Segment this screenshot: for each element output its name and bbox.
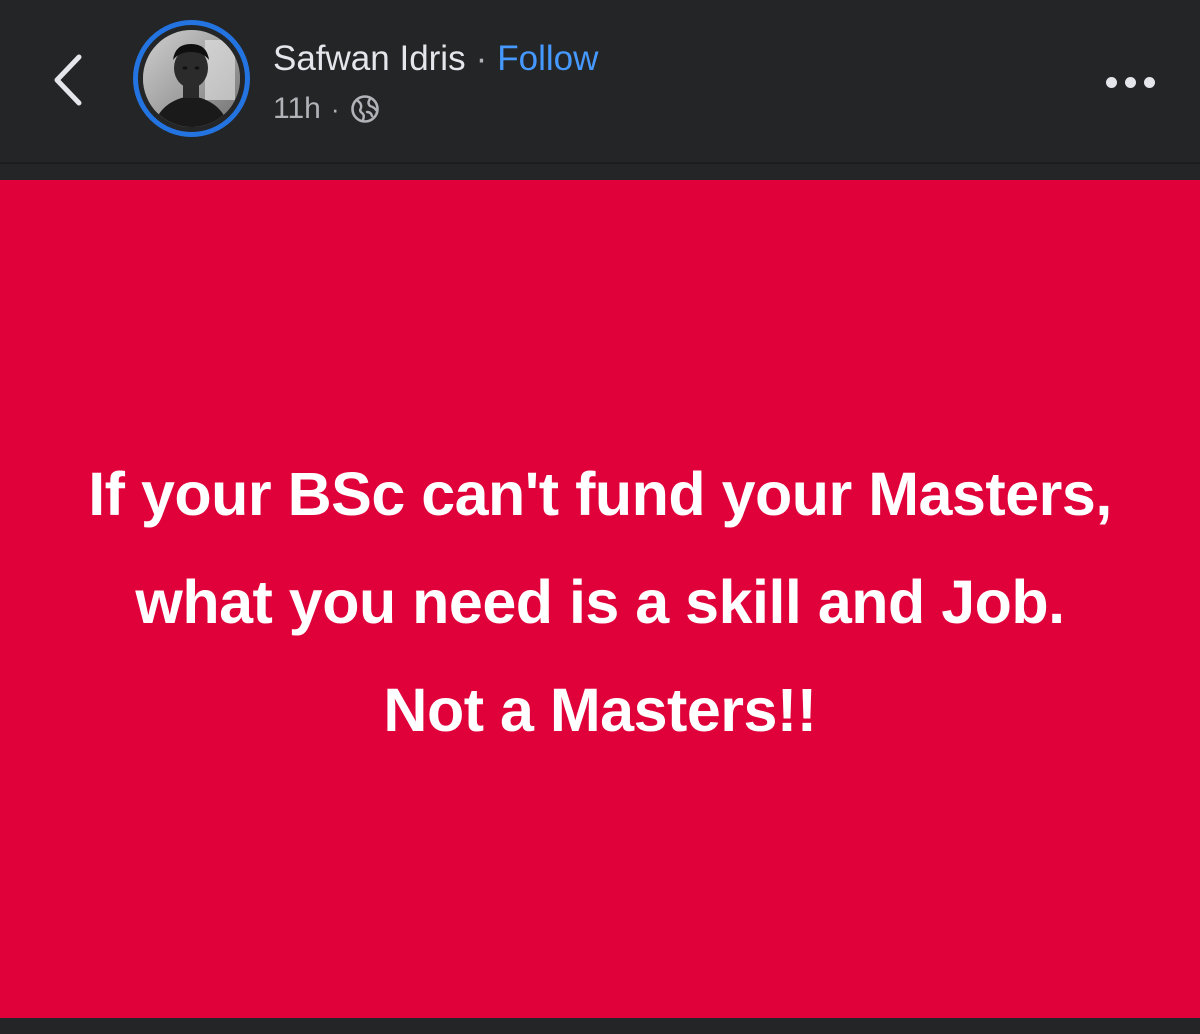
more-horizontal-icon — [1105, 76, 1117, 88]
follow-button[interactable]: Follow — [497, 39, 598, 79]
name-separator: · — [475, 39, 488, 78]
header-divider — [0, 162, 1200, 164]
back-button[interactable] — [40, 44, 96, 116]
bottom-divider — [0, 1018, 1200, 1034]
more-options-button[interactable] — [1092, 58, 1168, 106]
post-timestamp[interactable]: 11h — [273, 92, 321, 126]
post-view: Safwan Idris · Follow 11h · If your BSc … — [0, 0, 1200, 1034]
meta-separator: · — [330, 93, 340, 124]
post-text: If your BSc can't fund your Masters, wha… — [88, 460, 1112, 744]
author-avatar[interactable] — [133, 20, 250, 137]
author-name[interactable]: Safwan Idris — [273, 39, 466, 79]
post-background-card: If your BSc can't fund your Masters, wha… — [0, 180, 1200, 1018]
author-line: Safwan Idris · Follow — [273, 36, 598, 82]
more-dot — [1124, 76, 1136, 88]
chevron-left-icon — [54, 54, 82, 106]
globe-icon[interactable] — [350, 94, 380, 124]
more-dot — [1143, 76, 1155, 88]
post-meta: 11h · — [273, 89, 380, 129]
avatar-image — [143, 30, 240, 127]
post-header: Safwan Idris · Follow 11h · — [0, 0, 1200, 162]
